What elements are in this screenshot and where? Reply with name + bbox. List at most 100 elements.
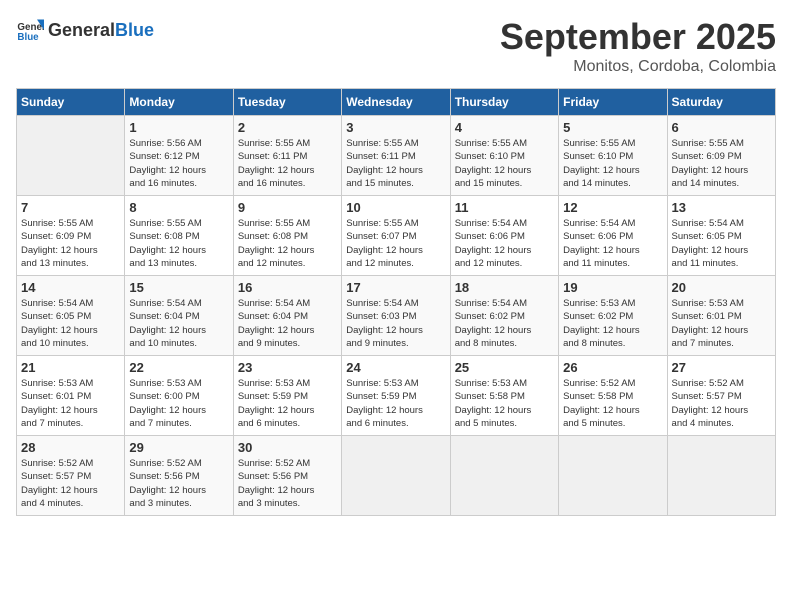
day-number: 16	[238, 280, 337, 295]
day-info: Sunrise: 5:55 AM Sunset: 6:11 PM Dayligh…	[346, 137, 445, 190]
day-number: 8	[129, 200, 228, 215]
day-number: 3	[346, 120, 445, 135]
calendar-cell: 17 Sunrise: 5:54 AM Sunset: 6:03 PM Dayli…	[342, 276, 450, 356]
calendar-cell: 27 Sunrise: 5:52 AM Sunset: 5:57 PM Dayli…	[667, 356, 775, 436]
day-info: Sunrise: 5:54 AM Sunset: 6:03 PM Dayligh…	[346, 297, 445, 350]
day-number: 29	[129, 440, 228, 455]
day-number: 1	[129, 120, 228, 135]
location-title: Monitos, Cordoba, Colombia	[500, 58, 776, 76]
day-number: 22	[129, 360, 228, 375]
day-info: Sunrise: 5:53 AM Sunset: 5:59 PM Dayligh…	[346, 377, 445, 430]
calendar-cell: 5Sunrise: 5:55 AM Sunset: 6:10 PM Daylig…	[559, 116, 667, 196]
calendar-cell: 23 Sunrise: 5:53 AM Sunset: 5:59 PM Dayli…	[233, 356, 341, 436]
calendar-cell	[559, 436, 667, 516]
day-info: Sunrise: 5:53 AM Sunset: 6:01 PM Dayligh…	[21, 377, 120, 430]
title-area: September 2025 Monitos, Cordoba, Colombi…	[500, 16, 776, 76]
day-header-saturday: Saturday	[667, 89, 775, 116]
day-header-tuesday: Tuesday	[233, 89, 341, 116]
logo-icon: General Blue	[16, 16, 44, 44]
calendar-cell: 11 Sunrise: 5:54 AM Sunset: 6:06 PM Dayli…	[450, 196, 558, 276]
calendar-cell	[450, 436, 558, 516]
calendar-cell: 22 Sunrise: 5:53 AM Sunset: 6:00 PM Dayli…	[125, 356, 233, 436]
logo-blue: Blue	[115, 20, 154, 41]
day-info: Sunrise: 5:54 AM Sunset: 6:05 PM Dayligh…	[672, 217, 771, 270]
day-info: Sunrise: 5:54 AM Sunset: 6:06 PM Dayligh…	[455, 217, 554, 270]
calendar-table: SundayMondayTuesdayWednesdayThursdayFrid…	[16, 88, 776, 516]
day-info: Sunrise: 5:53 AM Sunset: 6:02 PM Dayligh…	[563, 297, 662, 350]
svg-text:Blue: Blue	[17, 32, 39, 43]
logo-general: General	[48, 20, 115, 41]
calendar-cell: 28 Sunrise: 5:52 AM Sunset: 5:57 PM Dayli…	[17, 436, 125, 516]
calendar-cell: 20 Sunrise: 5:53 AM Sunset: 6:01 PM Dayli…	[667, 276, 775, 356]
calendar-cell: 19 Sunrise: 5:53 AM Sunset: 6:02 PM Dayli…	[559, 276, 667, 356]
day-info: Sunrise: 5:55 AM Sunset: 6:10 PM Dayligh…	[455, 137, 554, 190]
day-info: Sunrise: 5:54 AM Sunset: 6:04 PM Dayligh…	[129, 297, 228, 350]
day-number: 7	[21, 200, 120, 215]
day-info: Sunrise: 5:53 AM Sunset: 6:00 PM Dayligh…	[129, 377, 228, 430]
week-row-4: 21Sunrise: 5:53 AM Sunset: 6:01 PM Dayli…	[17, 356, 776, 436]
day-info: Sunrise: 5:53 AM Sunset: 6:01 PM Dayligh…	[672, 297, 771, 350]
logo: General Blue GeneralBlue	[16, 16, 154, 44]
calendar-cell: 26 Sunrise: 5:52 AM Sunset: 5:58 PM Dayli…	[559, 356, 667, 436]
day-info: Sunrise: 5:55 AM Sunset: 6:09 PM Dayligh…	[672, 137, 771, 190]
day-info: Sunrise: 5:56 AM Sunset: 6:12 PM Dayligh…	[129, 137, 228, 190]
day-info: Sunrise: 5:52 AM Sunset: 5:56 PM Dayligh…	[129, 457, 228, 510]
day-number: 27	[672, 360, 771, 375]
calendar-cell	[667, 436, 775, 516]
day-info: Sunrise: 5:54 AM Sunset: 6:02 PM Dayligh…	[455, 297, 554, 350]
calendar-cell: 15Sunrise: 5:54 AM Sunset: 6:04 PM Dayli…	[125, 276, 233, 356]
day-info: Sunrise: 5:55 AM Sunset: 6:09 PM Dayligh…	[21, 217, 120, 270]
day-number: 19	[563, 280, 662, 295]
day-number: 25	[455, 360, 554, 375]
day-number: 24	[346, 360, 445, 375]
calendar-cell: 7 Sunrise: 5:55 AM Sunset: 6:09 PM Daylig…	[17, 196, 125, 276]
day-header-thursday: Thursday	[450, 89, 558, 116]
week-row-5: 28 Sunrise: 5:52 AM Sunset: 5:57 PM Dayli…	[17, 436, 776, 516]
day-info: Sunrise: 5:55 AM Sunset: 6:11 PM Dayligh…	[238, 137, 337, 190]
day-info: Sunrise: 5:52 AM Sunset: 5:57 PM Dayligh…	[672, 377, 771, 430]
day-info: Sunrise: 5:52 AM Sunset: 5:57 PM Dayligh…	[21, 457, 120, 510]
calendar-cell: 3 Sunrise: 5:55 AM Sunset: 6:11 PM Daylig…	[342, 116, 450, 196]
calendar-cell: 10Sunrise: 5:55 AM Sunset: 6:07 PM Dayli…	[342, 196, 450, 276]
day-number: 13	[672, 200, 771, 215]
day-info: Sunrise: 5:53 AM Sunset: 5:59 PM Dayligh…	[238, 377, 337, 430]
day-number: 30	[238, 440, 337, 455]
calendar-cell: 29 Sunrise: 5:52 AM Sunset: 5:56 PM Dayli…	[125, 436, 233, 516]
day-number: 28	[21, 440, 120, 455]
calendar-cell	[17, 116, 125, 196]
calendar-cell: 14Sunrise: 5:54 AM Sunset: 6:05 PM Dayli…	[17, 276, 125, 356]
day-info: Sunrise: 5:55 AM Sunset: 6:10 PM Dayligh…	[563, 137, 662, 190]
calendar-cell	[342, 436, 450, 516]
day-number: 23	[238, 360, 337, 375]
day-info: Sunrise: 5:55 AM Sunset: 6:08 PM Dayligh…	[129, 217, 228, 270]
day-number: 9	[238, 200, 337, 215]
calendar-cell: 12 Sunrise: 5:54 AM Sunset: 6:06 PM Dayli…	[559, 196, 667, 276]
day-header-monday: Monday	[125, 89, 233, 116]
day-info: Sunrise: 5:54 AM Sunset: 6:06 PM Dayligh…	[563, 217, 662, 270]
page-header: General Blue GeneralBlue September 2025 …	[16, 16, 776, 76]
day-number: 18	[455, 280, 554, 295]
calendar-cell: 4 Sunrise: 5:55 AM Sunset: 6:10 PM Daylig…	[450, 116, 558, 196]
day-number: 10	[346, 200, 445, 215]
day-number: 4	[455, 120, 554, 135]
day-number: 12	[563, 200, 662, 215]
calendar-cell: 6Sunrise: 5:55 AM Sunset: 6:09 PM Daylig…	[667, 116, 775, 196]
day-number: 11	[455, 200, 554, 215]
day-number: 26	[563, 360, 662, 375]
day-number: 17	[346, 280, 445, 295]
week-row-1: 1 Sunrise: 5:56 AM Sunset: 6:12 PM Daylig…	[17, 116, 776, 196]
day-header-sunday: Sunday	[17, 89, 125, 116]
day-number: 20	[672, 280, 771, 295]
calendar-cell: 25 Sunrise: 5:53 AM Sunset: 5:58 PM Dayli…	[450, 356, 558, 436]
day-info: Sunrise: 5:53 AM Sunset: 5:58 PM Dayligh…	[455, 377, 554, 430]
day-info: Sunrise: 5:52 AM Sunset: 5:58 PM Dayligh…	[563, 377, 662, 430]
calendar-cell: 18 Sunrise: 5:54 AM Sunset: 6:02 PM Dayli…	[450, 276, 558, 356]
day-header-friday: Friday	[559, 89, 667, 116]
week-row-2: 7 Sunrise: 5:55 AM Sunset: 6:09 PM Daylig…	[17, 196, 776, 276]
calendar-cell: 9 Sunrise: 5:55 AM Sunset: 6:08 PM Daylig…	[233, 196, 341, 276]
day-info: Sunrise: 5:55 AM Sunset: 6:08 PM Dayligh…	[238, 217, 337, 270]
day-number: 2	[238, 120, 337, 135]
month-title: September 2025	[500, 16, 776, 58]
calendar-cell: 1 Sunrise: 5:56 AM Sunset: 6:12 PM Daylig…	[125, 116, 233, 196]
calendar-cell: 8 Sunrise: 5:55 AM Sunset: 6:08 PM Daylig…	[125, 196, 233, 276]
